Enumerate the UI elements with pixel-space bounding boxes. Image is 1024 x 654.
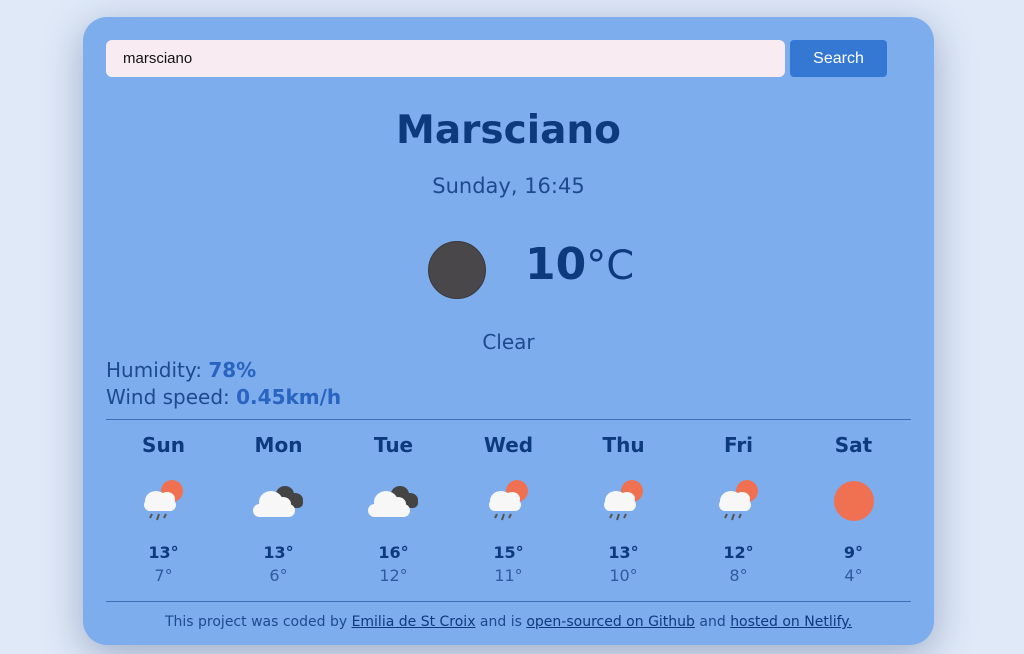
search-input[interactable] [106, 40, 785, 77]
dark-cloud-icon [249, 475, 309, 523]
sun-cloud-rain-icon [709, 475, 769, 523]
forecast-day: Fri 12° 8° [681, 433, 796, 585]
forecast-day: Tue 16° 12° [336, 433, 451, 585]
sun-cloud-rain-icon [594, 475, 654, 523]
github-link[interactable]: open-sourced on Github [526, 614, 695, 630]
date-time: Sunday, 16:45 [432, 174, 585, 198]
forecast-day: Thu 13° 10° [566, 433, 681, 585]
forecast-min-temp: 4° [844, 566, 863, 585]
forecast-day-name: Tue [373, 433, 414, 457]
forecast-day-name: Wed [483, 433, 534, 457]
forecast-day: Mon 13° 6° [221, 433, 336, 585]
forecast-min-temp: 12° [379, 566, 408, 585]
forecast-max-temp: 13° [608, 543, 639, 562]
wind-speed: Wind speed: 0.45km/h [106, 385, 341, 409]
wind-value: 0.45km/h [236, 385, 342, 409]
divider [106, 601, 911, 602]
current-weather-icon [428, 241, 486, 299]
footer: This project was coded by Emilia de St C… [83, 614, 934, 630]
weather-description: Clear [482, 330, 535, 354]
sun-icon [824, 475, 884, 523]
forecast-max-temp: 15° [493, 543, 524, 562]
weather-card: Search Marsciano Sunday, 16:45 10°C Clea… [83, 17, 934, 645]
dark-cloud-icon [364, 475, 424, 523]
humidity: Humidity: 78% [106, 358, 256, 382]
search-button[interactable]: Search [790, 40, 887, 77]
sun-cloud-rain-icon [479, 475, 539, 523]
netlify-link[interactable]: hosted on Netlify. [730, 614, 852, 630]
forecast-min-temp: 10° [609, 566, 638, 585]
author-link[interactable]: Emilia de St Croix [352, 614, 476, 630]
forecast-day-name: Mon [254, 433, 303, 457]
divider [106, 419, 911, 420]
current-temperature: 10°C [525, 239, 634, 295]
city-name: Marsciano [396, 108, 621, 153]
footer-text: and [694, 614, 731, 630]
footer-text: This project was coded by [164, 614, 352, 630]
forecast: Sun 13° 7° Mon 13° 6° Tue 16° 12° Wed 15° 11° Thu 13°… [106, 433, 911, 593]
forecast-day-name: Sat [834, 433, 873, 457]
humidity-value: 78% [208, 358, 257, 382]
forecast-day-name: Fri [723, 433, 754, 457]
forecast-day: Sun 13° 7° [106, 433, 221, 585]
forecast-day: Wed 15° 11° [451, 433, 566, 585]
forecast-max-temp: 9° [843, 543, 864, 562]
forecast-min-temp: 11° [494, 566, 523, 585]
humidity-label: Humidity: [106, 358, 209, 382]
wind-label: Wind speed: [106, 385, 237, 409]
forecast-min-temp: 6° [269, 566, 288, 585]
forecast-day-name: Thu [602, 433, 645, 457]
forecast-min-temp: 8° [729, 566, 748, 585]
temperature-unit: °C [586, 243, 635, 289]
forecast-day: Sat 9° 4° [796, 433, 911, 585]
forecast-min-temp: 7° [154, 566, 173, 585]
forecast-max-temp: 16° [378, 543, 409, 562]
forecast-day-name: Sun [142, 433, 185, 457]
sun-cloud-rain-icon [134, 475, 194, 523]
forecast-max-temp: 12° [723, 543, 754, 562]
temperature-value: 10 [525, 239, 587, 290]
forecast-max-temp: 13° [263, 543, 294, 562]
footer-text: and is [475, 614, 527, 630]
forecast-max-temp: 13° [148, 543, 179, 562]
